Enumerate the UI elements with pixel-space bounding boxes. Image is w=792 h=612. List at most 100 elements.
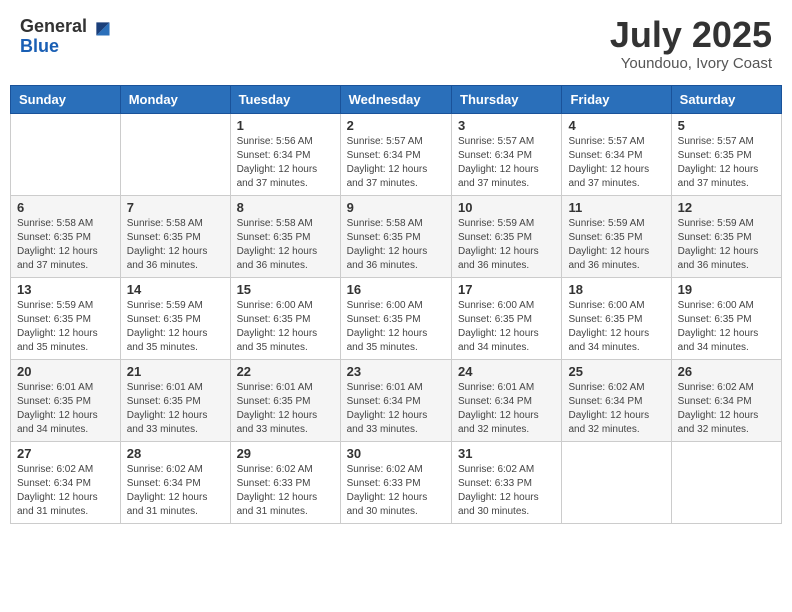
day-info: Sunrise: 6:01 AM Sunset: 6:35 PM Dayligh… [17,381,114,437]
day-number: 22 [237,364,334,379]
day-number: 31 [458,446,555,461]
calendar-cell: 4 Sunrise: 5:57 AM Sunset: 6:34 PM Daylig… [562,113,671,195]
calendar-cell: 28 Sunrise: 6:02 AM Sunset: 6:34 PM Dayli… [120,441,230,523]
day-number: 28 [127,446,224,461]
day-number: 20 [17,364,114,379]
calendar-cell: 2 Sunrise: 5:57 AM Sunset: 6:34 PM Daylig… [340,113,451,195]
title-block: July 2025 Youndouo, Ivory Coast [610,15,772,72]
day-info: Sunrise: 6:02 AM Sunset: 6:33 PM Dayligh… [347,463,445,519]
day-number: 27 [17,446,114,461]
day-info: Sunrise: 5:59 AM Sunset: 6:35 PM Dayligh… [678,217,775,273]
day-number: 14 [127,282,224,297]
day-number: 13 [17,282,114,297]
day-number: 15 [237,282,334,297]
calendar-cell: 27 Sunrise: 6:02 AM Sunset: 6:34 PM Dayli… [11,441,121,523]
day-number: 7 [127,200,224,215]
day-info: Sunrise: 6:01 AM Sunset: 6:35 PM Dayligh… [237,381,334,437]
day-info: Sunrise: 5:58 AM Sunset: 6:35 PM Dayligh… [237,217,334,273]
calendar-cell: 15 Sunrise: 6:00 AM Sunset: 6:35 PM Dayli… [230,277,340,359]
day-info: Sunrise: 5:59 AM Sunset: 6:35 PM Dayligh… [568,217,664,273]
calendar-cell: 16 Sunrise: 6:00 AM Sunset: 6:35 PM Dayli… [340,277,451,359]
day-info: Sunrise: 6:00 AM Sunset: 6:35 PM Dayligh… [347,299,445,355]
calendar-cell: 23Sunrise: 6:01 AM Sunset: 6:34 PM Dayli… [340,359,451,441]
day-number: 10 [458,200,555,215]
day-info: Sunrise: 6:02 AM Sunset: 6:34 PM Dayligh… [678,381,775,437]
calendar-cell: 17 Sunrise: 6:00 AM Sunset: 6:35 PM Dayli… [452,277,562,359]
day-info: Sunrise: 6:01 AM Sunset: 6:34 PM Dayligh… [347,381,445,437]
weekday-header: Friday [562,85,671,113]
day-number: 9 [347,200,445,215]
day-number: 30 [347,446,445,461]
day-info: Sunrise: 5:57 AM Sunset: 6:34 PM Dayligh… [347,135,445,191]
calendar-cell: 13 Sunrise: 5:59 AM Sunset: 6:35 PM Dayli… [11,277,121,359]
day-info: Sunrise: 6:00 AM Sunset: 6:35 PM Dayligh… [237,299,334,355]
calendar-cell: 11 Sunrise: 5:59 AM Sunset: 6:35 PM Dayli… [562,195,671,277]
day-info: Sunrise: 6:01 AM Sunset: 6:35 PM Dayligh… [127,381,224,437]
logo: General Blue [20,15,111,55]
month-title: July 2025 [610,15,772,55]
calendar-cell: 14 Sunrise: 5:59 AM Sunset: 6:35 PM Dayli… [120,277,230,359]
day-info: Sunrise: 6:02 AM Sunset: 6:33 PM Dayligh… [237,463,334,519]
day-number: 6 [17,200,114,215]
calendar-week-row: 6 Sunrise: 5:58 AM Sunset: 6:35 PM Daylig… [11,195,782,277]
day-info: Sunrise: 5:57 AM Sunset: 6:35 PM Dayligh… [678,135,775,191]
day-number: 16 [347,282,445,297]
calendar-cell: 31 Sunrise: 6:02 AM Sunset: 6:33 PM Dayli… [452,441,562,523]
logo-general: General [20,17,87,35]
day-info: Sunrise: 6:02 AM Sunset: 6:34 PM Dayligh… [17,463,114,519]
day-number: 19 [678,282,775,297]
day-info: Sunrise: 5:58 AM Sunset: 6:35 PM Dayligh… [17,217,114,273]
calendar-cell: 9Sunrise: 5:58 AM Sunset: 6:35 PM Daylig… [340,195,451,277]
day-number: 21 [127,364,224,379]
day-number: 4 [568,118,664,133]
calendar-cell: 24 Sunrise: 6:01 AM Sunset: 6:34 PM Dayli… [452,359,562,441]
day-number: 18 [568,282,664,297]
day-number: 29 [237,446,334,461]
weekday-header: Wednesday [340,85,451,113]
weekday-header: Sunday [11,85,121,113]
day-number: 2 [347,118,445,133]
day-info: Sunrise: 6:02 AM Sunset: 6:33 PM Dayligh… [458,463,555,519]
calendar-cell: 10 Sunrise: 5:59 AM Sunset: 6:35 PM Dayli… [452,195,562,277]
calendar-cell: 30 Sunrise: 6:02 AM Sunset: 6:33 PM Dayli… [340,441,451,523]
weekday-header: Thursday [452,85,562,113]
calendar-cell: 21 Sunrise: 6:01 AM Sunset: 6:35 PM Dayli… [120,359,230,441]
day-info: Sunrise: 5:57 AM Sunset: 6:34 PM Dayligh… [568,135,664,191]
calendar-table: SundayMondayTuesdayWednesdayThursdayFrid… [10,85,782,524]
day-number: 11 [568,200,664,215]
page-header: General Blue July 2025 Youndouo, Ivory C… [10,10,782,77]
calendar-cell: 20 Sunrise: 6:01 AM Sunset: 6:35 PM Dayli… [11,359,121,441]
day-number: 24 [458,364,555,379]
calendar-cell: 29 Sunrise: 6:02 AM Sunset: 6:33 PM Dayli… [230,441,340,523]
day-number: 17 [458,282,555,297]
calendar-cell: 5 Sunrise: 5:57 AM Sunset: 6:35 PM Daylig… [671,113,781,195]
calendar-cell: 12 Sunrise: 5:59 AM Sunset: 6:35 PM Dayli… [671,195,781,277]
day-number: 3 [458,118,555,133]
day-number: 12 [678,200,775,215]
calendar-cell: 8 Sunrise: 5:58 AM Sunset: 6:35 PM Daylig… [230,195,340,277]
day-info: Sunrise: 6:00 AM Sunset: 6:35 PM Dayligh… [678,299,775,355]
day-info: Sunrise: 5:58 AM Sunset: 6:35 PM Dayligh… [127,217,224,273]
calendar-cell: 26Sunrise: 6:02 AM Sunset: 6:34 PM Dayli… [671,359,781,441]
calendar-cell: 22 Sunrise: 6:01 AM Sunset: 6:35 PM Dayli… [230,359,340,441]
day-info: Sunrise: 6:00 AM Sunset: 6:35 PM Dayligh… [458,299,555,355]
weekday-header: Monday [120,85,230,113]
calendar-cell: 18 Sunrise: 6:00 AM Sunset: 6:35 PM Dayli… [562,277,671,359]
calendar-cell [562,441,671,523]
day-info: Sunrise: 5:59 AM Sunset: 6:35 PM Dayligh… [458,217,555,273]
day-number: 5 [678,118,775,133]
day-info: Sunrise: 6:02 AM Sunset: 6:34 PM Dayligh… [127,463,224,519]
logo-blue: Blue [20,37,59,55]
calendar-header-row: SundayMondayTuesdayWednesdayThursdayFrid… [11,85,782,113]
logo-icon [89,15,111,37]
calendar-cell: 6 Sunrise: 5:58 AM Sunset: 6:35 PM Daylig… [11,195,121,277]
day-info: Sunrise: 5:57 AM Sunset: 6:34 PM Dayligh… [458,135,555,191]
day-info: Sunrise: 5:59 AM Sunset: 6:35 PM Dayligh… [17,299,114,355]
calendar-cell: 19 Sunrise: 6:00 AM Sunset: 6:35 PM Dayli… [671,277,781,359]
day-number: 8 [237,200,334,215]
day-info: Sunrise: 6:01 AM Sunset: 6:34 PM Dayligh… [458,381,555,437]
day-info: Sunrise: 6:00 AM Sunset: 6:35 PM Dayligh… [568,299,664,355]
calendar-week-row: 13 Sunrise: 5:59 AM Sunset: 6:35 PM Dayli… [11,277,782,359]
calendar-cell: 25Sunrise: 6:02 AM Sunset: 6:34 PM Dayli… [562,359,671,441]
day-info: Sunrise: 5:59 AM Sunset: 6:35 PM Dayligh… [127,299,224,355]
